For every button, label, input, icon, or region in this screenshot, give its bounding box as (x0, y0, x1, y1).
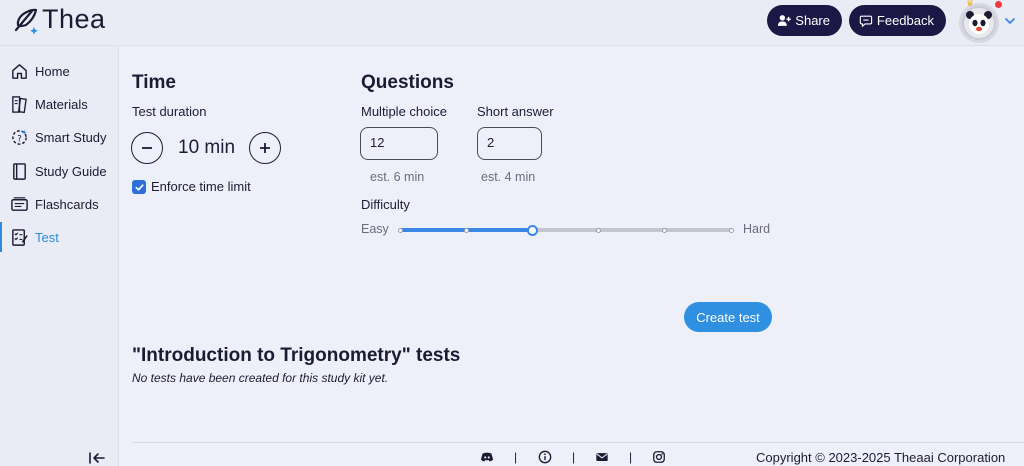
app-header: Thea Share Feedback ♛ (0, 0, 1024, 46)
materials-icon (12, 95, 27, 113)
difficulty-slider-thumb[interactable] (526, 224, 538, 236)
enforce-time-limit-checkbox[interactable] (132, 180, 146, 194)
smart-study-icon: ? (12, 129, 27, 145)
panda-avatar-icon (964, 8, 994, 38)
thea-logo[interactable]: Thea (10, 4, 106, 35)
test-duration-label: Test duration (132, 104, 207, 119)
difficulty-slider-tick[interactable] (463, 227, 469, 233)
discord-icon[interactable] (480, 450, 494, 464)
enforce-time-limit-label[interactable]: Enforce time limit (151, 179, 251, 194)
multiple-choice-estimate: est. 6 min (370, 170, 425, 184)
footer-divider (132, 442, 1024, 443)
mail-icon[interactable] (595, 450, 609, 464)
sidebar-item-test[interactable]: Test (0, 222, 118, 252)
collapse-sidebar-icon[interactable] (88, 451, 106, 465)
difficulty-slider-tick[interactable] (728, 227, 734, 233)
sidebar-item-smart-study[interactable]: ? Smart Study (0, 122, 118, 152)
notification-dot (995, 1, 1002, 8)
sidebar-item-home[interactable]: Home (0, 56, 118, 86)
difficulty-hard-label: Hard (743, 222, 771, 236)
short-answer-estimate: est. 4 min (481, 170, 536, 184)
footer-separator: | (629, 450, 633, 464)
sidebar: Home Materials ? Smart Study Study Guide… (0, 46, 119, 466)
increase-duration-button[interactable] (249, 132, 281, 164)
sidebar-item-label: Study Guide (35, 163, 107, 179)
quill-logo-icon (14, 8, 38, 35)
sidebar-item-label: Home (35, 63, 70, 79)
info-icon[interactable] (538, 450, 552, 464)
plus-icon (260, 143, 270, 153)
logo-text: Thea (42, 4, 106, 34)
sidebar-item-materials[interactable]: Materials (0, 89, 118, 119)
multiple-choice-label: Multiple choice (361, 104, 447, 119)
add-user-icon (777, 15, 791, 26)
tests-section-title: "Introduction to Trigonometry" tests (132, 345, 461, 366)
difficulty-label: Difficulty (361, 197, 410, 212)
difficulty-slider-tick[interactable] (397, 227, 403, 233)
create-test-button[interactable]: Create test (684, 302, 772, 332)
copyright-text: Copyright © 2023-2025 Theaai Corporation (756, 450, 1006, 465)
difficulty-slider-tick[interactable] (662, 227, 668, 233)
study-guide-icon (13, 162, 26, 180)
sidebar-item-label: Smart Study (35, 129, 107, 145)
sidebar-item-label: Materials (35, 96, 88, 112)
test-icon (12, 228, 28, 246)
sidebar-item-study-guide[interactable]: Study Guide (0, 156, 118, 186)
decrease-duration-button[interactable] (131, 132, 163, 164)
feedback-button[interactable]: Feedback (849, 5, 946, 36)
difficulty-slider-tick[interactable] (596, 227, 602, 233)
footer-separator: | (572, 450, 576, 464)
home-icon (12, 63, 27, 79)
duration-value: 10 min (178, 137, 236, 158)
sidebar-item-flashcards[interactable]: Flashcards (0, 189, 118, 219)
share-label: Share (795, 13, 830, 28)
chevron-down-icon[interactable] (1003, 14, 1017, 28)
footer-separator: | (514, 450, 518, 464)
questions-section-title: Questions (361, 72, 454, 93)
chat-bubble-icon (859, 15, 873, 28)
minus-icon (142, 147, 152, 149)
share-button[interactable]: Share (767, 5, 842, 36)
short-answer-label: Short answer (477, 104, 554, 119)
sidebar-item-label: Flashcards (35, 196, 99, 212)
instagram-icon[interactable] (652, 450, 666, 464)
crown-icon: ♛ (966, 0, 975, 8)
tests-empty-message: No tests have been created for this stud… (132, 371, 389, 385)
avatar[interactable] (959, 3, 999, 43)
short-answer-input[interactable]: 2 (477, 127, 542, 160)
flashcards-icon (11, 196, 28, 211)
checkmark-icon (134, 183, 144, 191)
sidebar-item-label: Test (35, 229, 59, 245)
time-section-title: Time (132, 72, 177, 93)
feedback-label: Feedback (876, 13, 934, 28)
svg-text:?: ? (17, 134, 22, 144)
multiple-choice-input[interactable]: 12 (360, 127, 438, 160)
difficulty-easy-label: Easy (361, 222, 389, 236)
